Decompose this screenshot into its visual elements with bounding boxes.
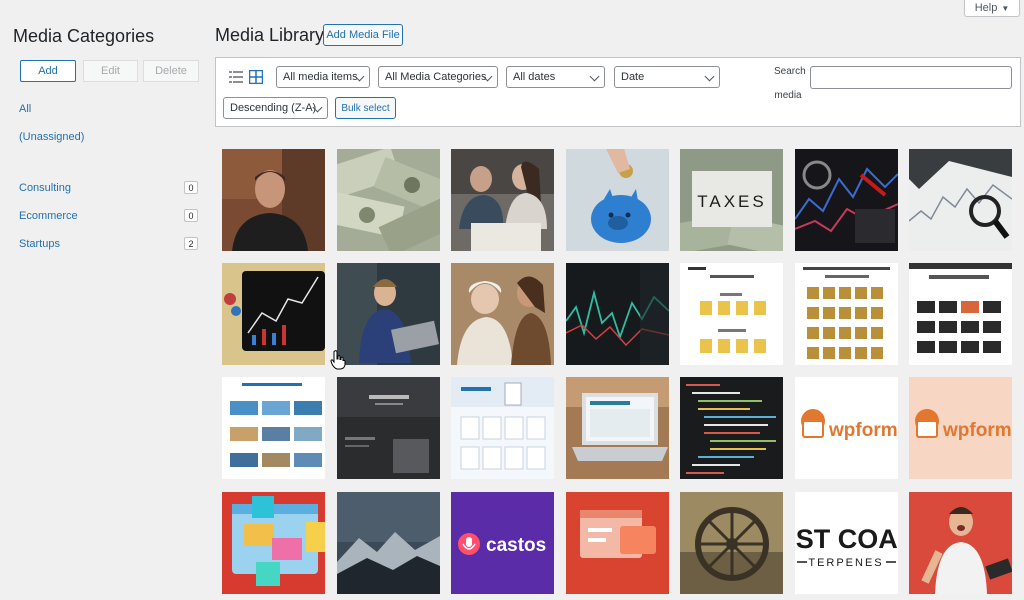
media-item-piggy-bank[interactable] bbox=[566, 149, 669, 251]
media-item-mountains[interactable] bbox=[337, 492, 440, 594]
delete-category-button[interactable]: Delete bbox=[143, 60, 199, 82]
sort-by-select[interactable]: Date bbox=[614, 66, 720, 88]
media-item-website-cruises[interactable] bbox=[222, 377, 325, 479]
page-title: Media Library bbox=[215, 25, 325, 45]
category-link-unassigned[interactable]: (Unassigned) bbox=[19, 131, 84, 143]
media-item-man-laptop[interactable] bbox=[337, 263, 440, 365]
wpforms-text-1: wpforms bbox=[828, 420, 898, 441]
media-category-value: All Media Categories bbox=[385, 71, 487, 83]
help-tab[interactable]: Help ▼ bbox=[964, 0, 1020, 17]
add-category-button[interactable]: Add bbox=[20, 60, 76, 82]
media-item-elderly-women[interactable] bbox=[451, 263, 554, 365]
chevron-down-icon bbox=[704, 71, 715, 82]
order-select[interactable]: Descending (Z-A) bbox=[223, 97, 328, 119]
media-item-taxes-board[interactable]: TAXES bbox=[680, 149, 783, 251]
list-view-icon[interactable] bbox=[229, 70, 243, 84]
date-filter-select[interactable]: All dates bbox=[506, 66, 605, 88]
media-item-castos[interactable]: castos bbox=[451, 492, 554, 594]
media-item-wpforms-white[interactable]: wpforms bbox=[795, 377, 898, 479]
media-item-excited-man[interactable] bbox=[909, 492, 1012, 594]
chevron-down-icon bbox=[589, 71, 600, 82]
media-item-website-products[interactable] bbox=[909, 263, 1012, 365]
help-label: Help bbox=[974, 2, 998, 14]
category-link-ecommerce[interactable]: Ecommerce bbox=[19, 210, 78, 222]
media-toolbar: All media items All Media Categories All… bbox=[215, 57, 1021, 127]
media-type-value: All media items bbox=[283, 71, 358, 83]
media-item-dollar-bills[interactable] bbox=[337, 149, 440, 251]
media-item-red-window[interactable] bbox=[566, 492, 669, 594]
add-media-file-button[interactable]: Add Media File bbox=[323, 24, 403, 46]
media-categories-sidebar: Media Categories Add Edit Delete All (Un… bbox=[0, 0, 210, 600]
category-count-consulting: 0 bbox=[184, 181, 198, 194]
media-item-html-code[interactable] bbox=[680, 377, 783, 479]
search-label-line-2: media bbox=[774, 90, 802, 101]
media-item-laptop-desk[interactable] bbox=[566, 377, 669, 479]
edit-category-button[interactable]: Edit bbox=[83, 60, 138, 82]
sort-by-value: Date bbox=[621, 71, 645, 83]
media-item-wpforms-peach[interactable]: wpforms bbox=[909, 377, 1012, 479]
hand-cursor-icon bbox=[330, 350, 346, 370]
media-item-red-illustration[interactable] bbox=[222, 492, 325, 594]
category-count-ecommerce: 0 bbox=[184, 209, 198, 222]
category-link-consulting[interactable]: Consulting bbox=[19, 182, 71, 194]
media-category-select[interactable]: All Media Categories bbox=[378, 66, 498, 88]
media-item-website-bottles[interactable] bbox=[795, 263, 898, 365]
category-link-startups[interactable]: Startups bbox=[19, 238, 60, 250]
media-item-magnifier-chart[interactable] bbox=[909, 149, 1012, 251]
grid-view-icon[interactable] bbox=[249, 70, 263, 84]
media-item-dark-stock-chart[interactable] bbox=[566, 263, 669, 365]
search-label-line-1: Search bbox=[774, 66, 806, 77]
media-item-website-tshirts[interactable] bbox=[680, 263, 783, 365]
bulk-select-button[interactable]: Bulk select bbox=[335, 97, 396, 119]
sidebar-title: Media Categories bbox=[13, 26, 155, 46]
category-actions: Add Edit Delete bbox=[13, 60, 206, 82]
order-value: Descending (Z-A) bbox=[230, 102, 317, 114]
wpforms-text-2: wpforms bbox=[942, 420, 1012, 441]
chevron-down-icon: ▼ bbox=[1001, 3, 1010, 13]
eastcoast-line-2: TERPENES bbox=[808, 557, 883, 569]
date-filter-value: All dates bbox=[513, 71, 556, 83]
media-item-tablet-chart[interactable] bbox=[222, 263, 325, 365]
taxes-text: TAXES bbox=[697, 192, 766, 211]
media-item-east-coast-terpenes[interactable]: AST COAS TERPENES bbox=[795, 492, 898, 594]
search-label: Search media bbox=[774, 60, 806, 108]
castos-text: castos bbox=[486, 535, 546, 556]
media-item-wooden-wheel[interactable] bbox=[680, 492, 783, 594]
media-type-select[interactable]: All media items bbox=[276, 66, 370, 88]
media-item-website-dark[interactable] bbox=[337, 377, 440, 479]
media-item-couple-paperwork[interactable] bbox=[451, 149, 554, 251]
media-item-website-supplements[interactable] bbox=[451, 377, 554, 479]
media-item-stock-charts-pen[interactable] bbox=[795, 149, 898, 251]
category-link-all[interactable]: All bbox=[19, 103, 31, 115]
search-media-input[interactable] bbox=[810, 66, 1012, 89]
eastcoast-line-1: AST COAS bbox=[795, 524, 898, 554]
media-item-portrait-man[interactable] bbox=[222, 149, 325, 251]
category-count-startups: 2 bbox=[184, 237, 198, 250]
